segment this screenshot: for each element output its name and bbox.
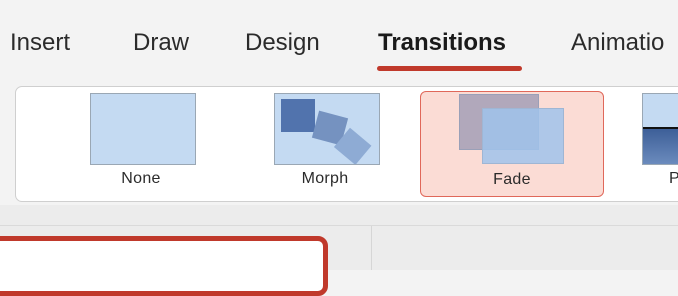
transition-fade[interactable]: Fade [420,91,604,197]
active-tab-indicator [377,66,522,71]
tab-insert[interactable]: Insert [10,29,70,57]
ribbon-divider [0,225,678,226]
tab-animations[interactable]: Animatio [571,29,664,57]
pane-splitter[interactable] [371,226,372,270]
transition-none-label: None [121,170,161,187]
fade-thumbnail-front [482,108,564,164]
transition-push[interactable]: P [642,87,678,201]
tab-transitions[interactable]: Transitions [378,29,506,57]
transition-fade-label: Fade [493,171,531,188]
transitions-gallery: None Morph Fade P [15,86,678,202]
tab-design[interactable]: Design [245,29,320,57]
morph-thumbnail [274,93,380,165]
transition-morph[interactable]: Morph [260,87,390,201]
tab-draw[interactable]: Draw [133,29,189,57]
transition-morph-label: Morph [301,170,349,187]
selected-slide-thumbnail[interactable] [0,236,328,296]
none-thumbnail [90,93,196,165]
morph-shapes-icon [281,99,372,164]
transition-push-label: P [669,170,678,188]
ribbon-tab-bar: Insert Draw Design Transitions Animatio [0,0,678,80]
push-thumbnail [642,93,678,165]
transition-none[interactable]: None [76,87,206,201]
